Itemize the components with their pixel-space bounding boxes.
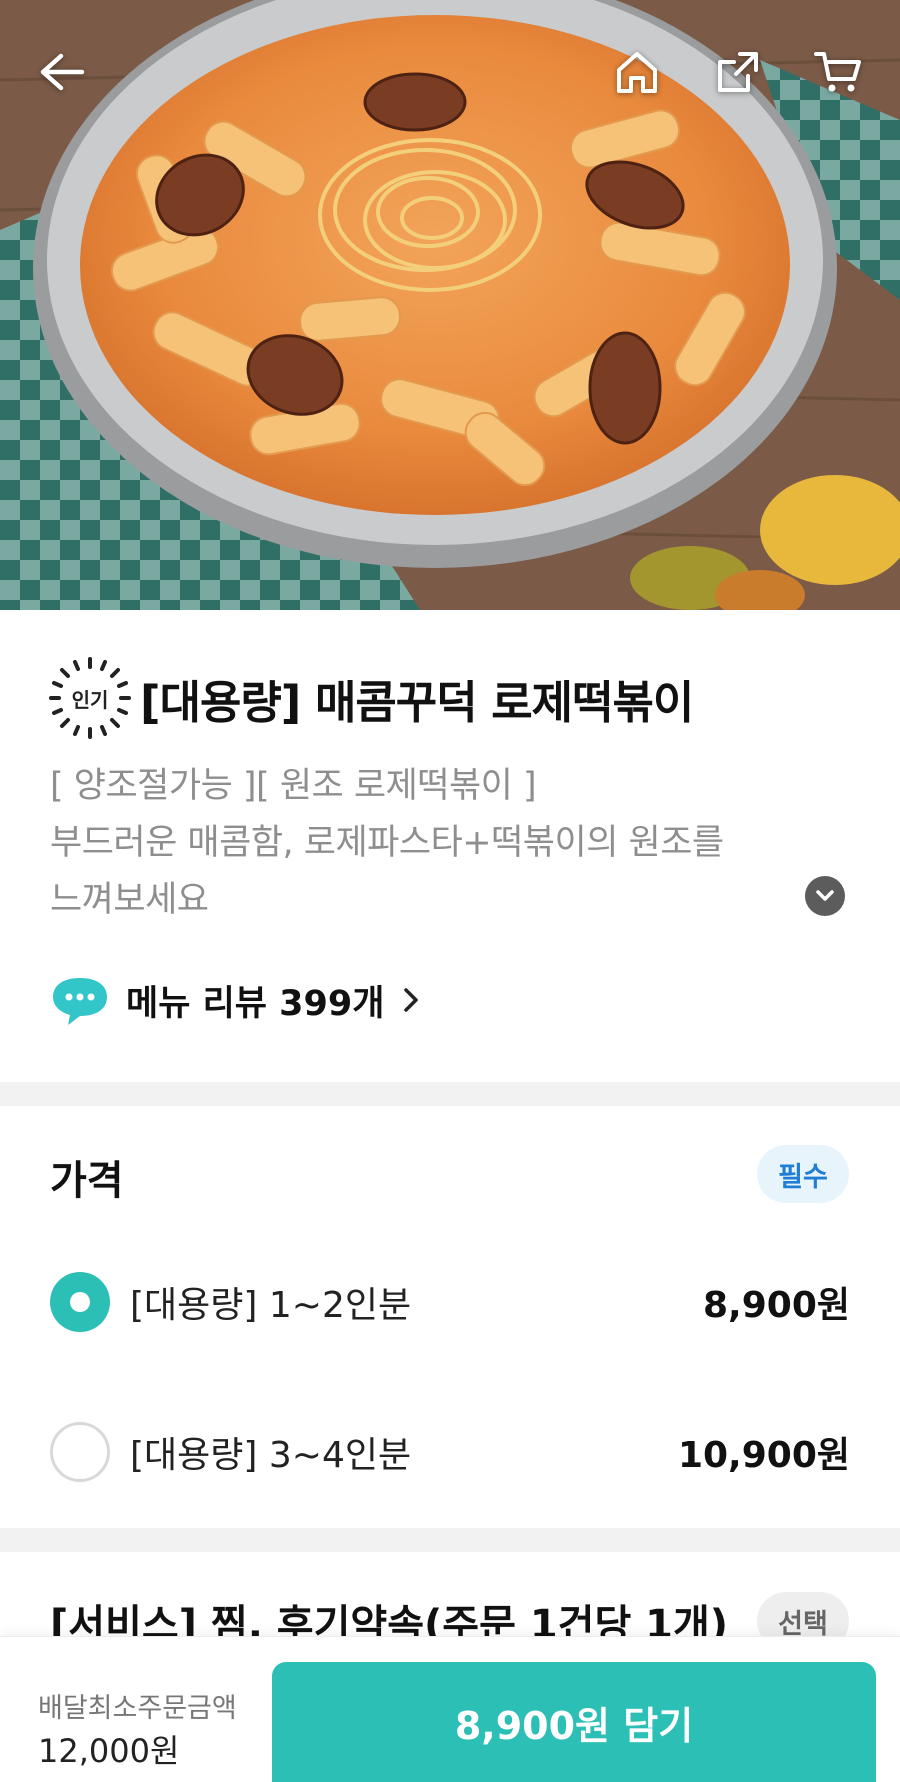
price-option-price: 10,900원 xyxy=(677,1435,850,1476)
chevron-right-icon xyxy=(404,988,419,1012)
menu-description-line: 느껴보세요 xyxy=(50,880,209,920)
required-tag: 필수 xyxy=(757,1145,849,1203)
menu-hero-image xyxy=(0,0,900,610)
price-option-label: [대용량] 3~4인분 xyxy=(130,1435,412,1476)
menu-description: [ 양조절가능 ][ 원조 로제떡볶이 ] 부드러운 매콤함, 로제파스타+떡볶… xyxy=(50,758,810,929)
add-to-cart-button[interactable]: 8,900원 담기 xyxy=(272,1662,876,1782)
menu-review-link[interactable]: 메뉴 리뷰 399개 xyxy=(50,972,420,1028)
section-divider xyxy=(0,1082,900,1106)
share-icon xyxy=(718,52,758,92)
chevron-down-icon xyxy=(816,890,834,901)
price-option-price: 8,900원 xyxy=(703,1285,850,1326)
popular-badge-label: 인기 xyxy=(71,687,109,712)
price-section-title: 가격 xyxy=(50,1158,124,1204)
menu-description-line: 부드러운 매콤함, 로제파스타+떡볶이의 원조를 xyxy=(50,823,724,863)
share-button[interactable] xyxy=(706,40,770,104)
price-option[interactable]: [대용량] 1~2인분 8,900원 xyxy=(50,1270,850,1334)
radio-selected[interactable] xyxy=(50,1272,110,1332)
home-icon xyxy=(617,52,657,93)
price-option[interactable]: [대용량] 3~4인분 10,900원 xyxy=(50,1420,850,1484)
menu-title: [대용량] 매콤꾸덕 로제떡볶이 xyxy=(140,675,694,729)
cart-icon xyxy=(814,52,861,92)
menu-title-row: 인기 [대용량] 매콤꾸덕 로제떡볶이 xyxy=(48,656,694,740)
menu-review-label: 메뉴 리뷰 399개 xyxy=(126,983,385,1024)
radio-unselected[interactable] xyxy=(50,1422,110,1482)
expand-description-button[interactable] xyxy=(805,876,845,916)
speech-bubble-icon xyxy=(53,978,107,1025)
price-option-label: [대용량] 1~2인분 xyxy=(130,1285,412,1326)
section-divider xyxy=(0,1528,900,1552)
min-order-label: 배달최소주문금액 xyxy=(38,1693,237,1724)
popular-badge: 인기 xyxy=(48,656,132,740)
back-button[interactable] xyxy=(30,40,94,104)
min-order-value: 12,000원 xyxy=(38,1732,180,1770)
home-button[interactable] xyxy=(605,40,669,104)
back-arrow-icon xyxy=(40,53,85,91)
cart-button[interactable] xyxy=(806,40,870,104)
menu-description-line: [ 양조절가능 ][ 원조 로제떡볶이 ] xyxy=(50,766,537,806)
